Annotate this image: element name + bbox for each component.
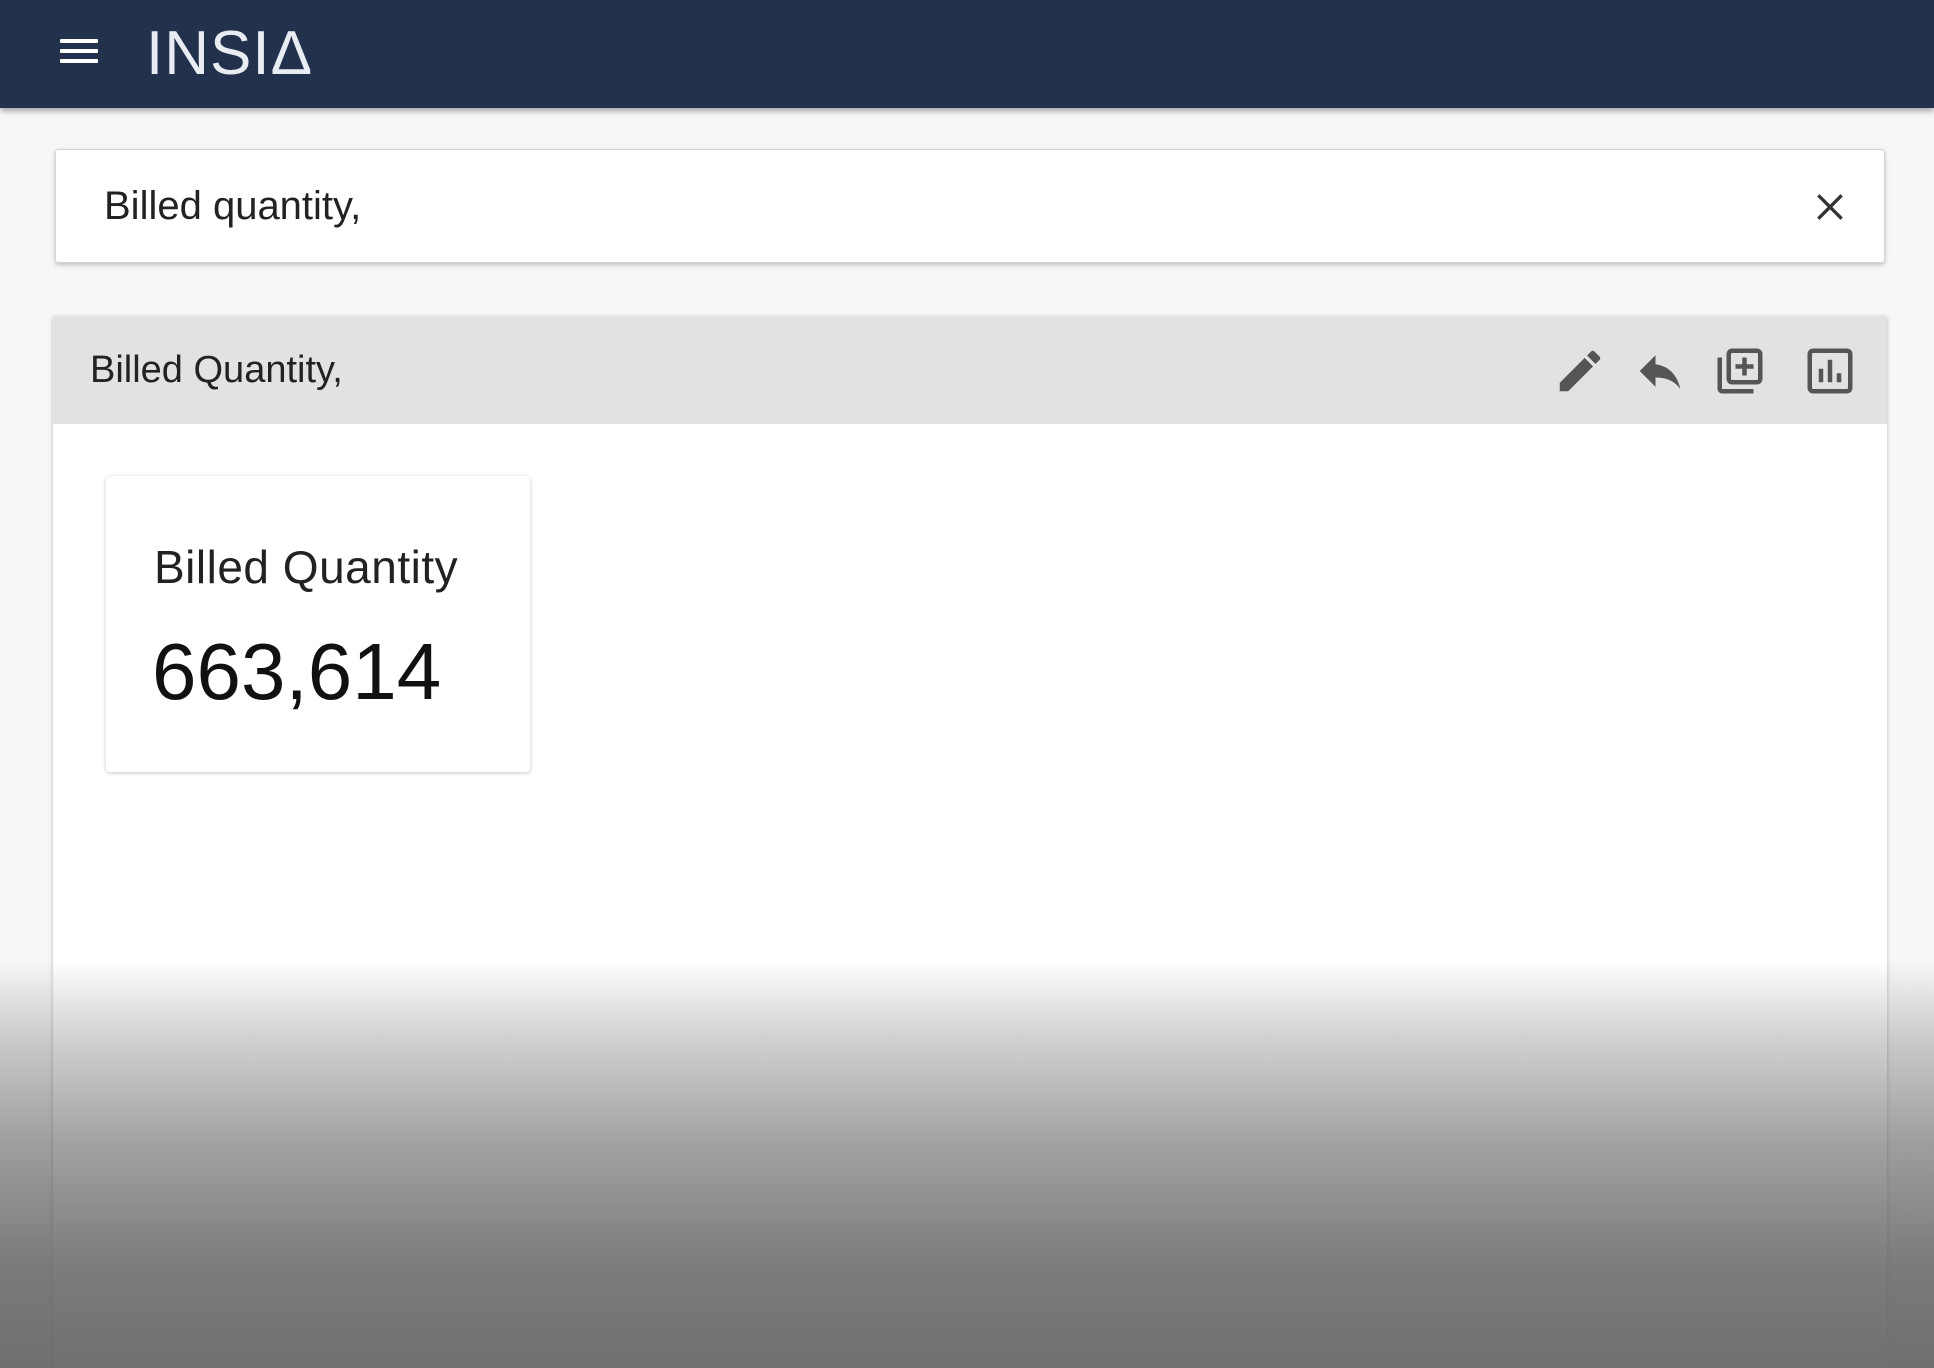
hamburger-menu-icon[interactable] xyxy=(58,39,102,71)
reply-arrow-icon[interactable] xyxy=(1633,344,1687,398)
result-panel-header: Billed Quantity, xyxy=(53,316,1887,424)
kpi-card[interactable]: Billed Quantity 663,614 xyxy=(106,476,530,772)
bar-chart-icon[interactable] xyxy=(1803,344,1857,398)
kpi-label: Billed Quantity xyxy=(154,541,459,593)
search-input[interactable] xyxy=(104,178,1754,234)
result-title: Billed Quantity, xyxy=(90,349,343,391)
kpi-value: 663,614 xyxy=(152,627,442,716)
app-logo[interactable]: INSIΔ xyxy=(146,22,313,86)
top-app-bar: INSIΔ xyxy=(0,0,1934,108)
add-to-collection-icon[interactable] xyxy=(1713,344,1767,398)
search-bar xyxy=(55,149,1885,263)
close-icon[interactable] xyxy=(1810,187,1850,227)
pencil-icon[interactable] xyxy=(1553,344,1607,398)
result-panel: Billed Quantity, Billed Quantity 663,614 xyxy=(53,316,1887,1368)
